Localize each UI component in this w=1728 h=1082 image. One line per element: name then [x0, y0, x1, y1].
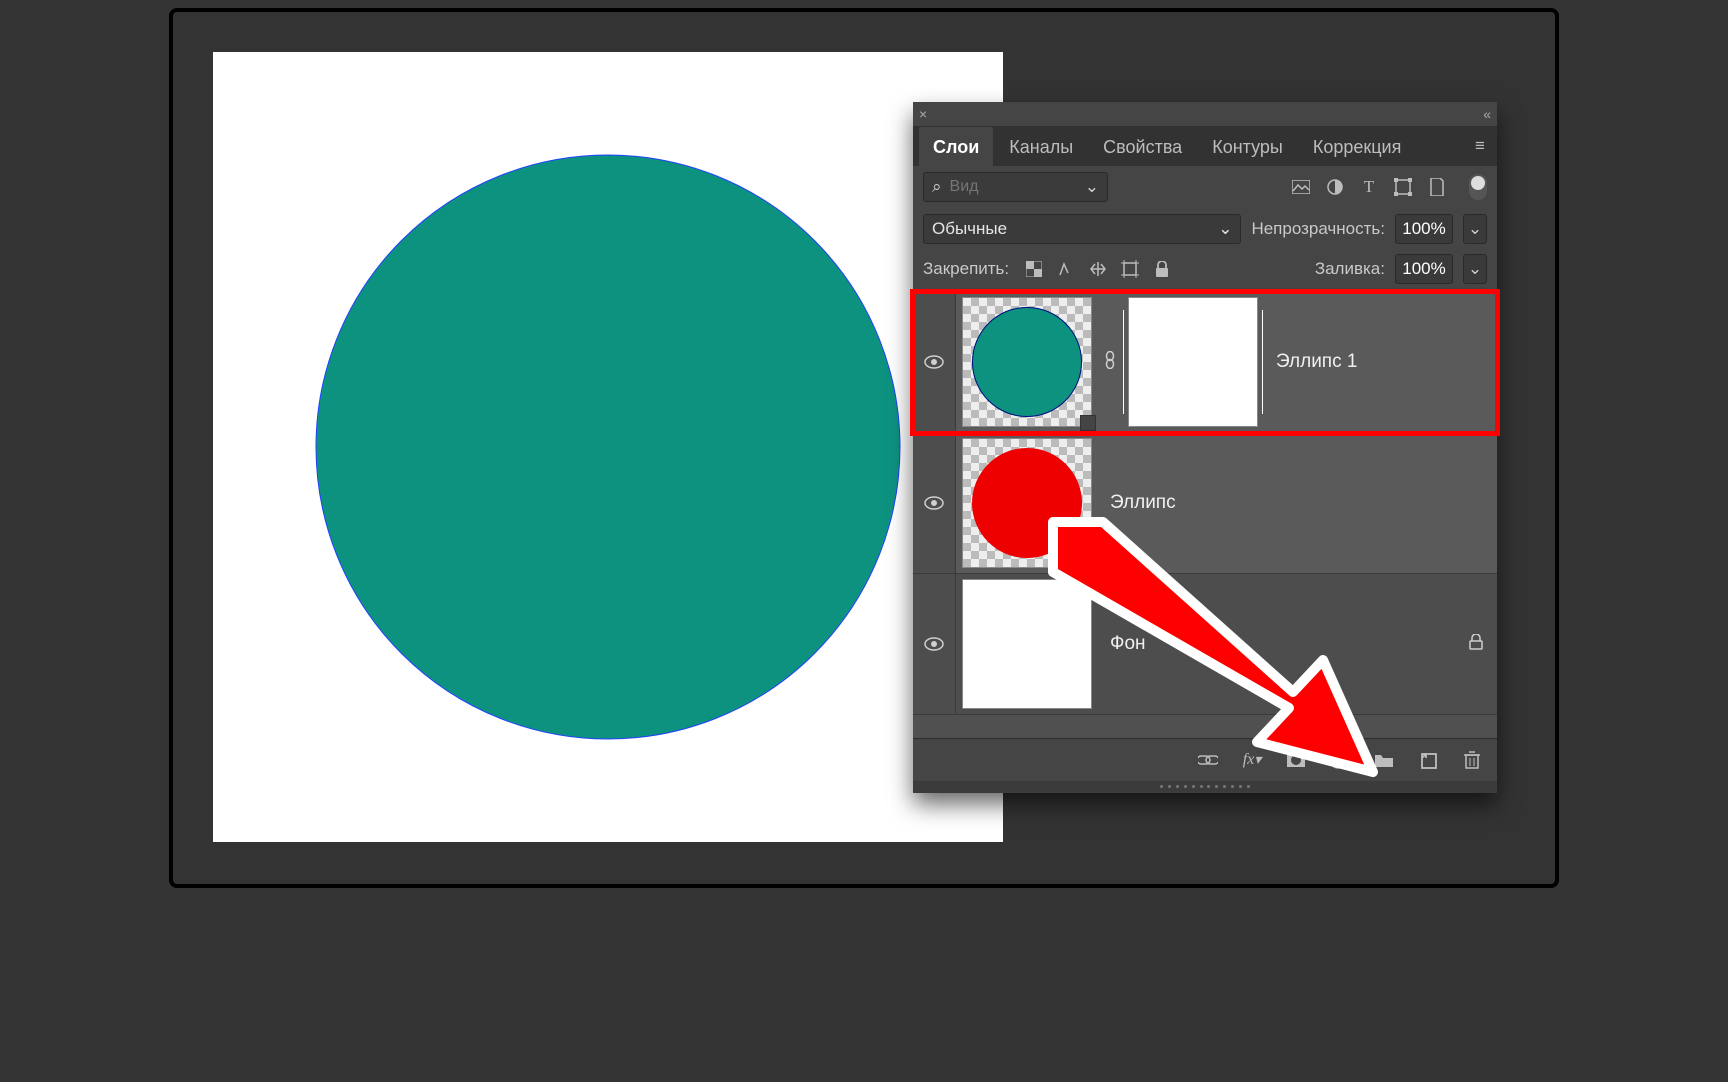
layer-filter-input[interactable]: [948, 177, 1079, 197]
delete-layer-button[interactable]: [1461, 749, 1483, 771]
layer-mask-thumbnail[interactable]: [1128, 297, 1258, 427]
link-layers-button[interactable]: [1197, 749, 1219, 771]
filter-smartobject-icon[interactable]: [1425, 175, 1449, 199]
circle-shape-icon: [972, 307, 1082, 417]
layer-thumbnail[interactable]: [962, 297, 1092, 427]
panel-title-bar: × «: [913, 102, 1497, 126]
panel-resize-grip[interactable]: [913, 781, 1497, 793]
lock-image-icon[interactable]: [1055, 258, 1077, 280]
add-mask-button[interactable]: [1285, 749, 1307, 771]
adjustment-layer-button[interactable]: ▾: [1329, 749, 1351, 771]
lock-fill-row: Закрепить: Заливка: 100% ⌄: [913, 250, 1497, 292]
filter-toggle[interactable]: [1469, 174, 1487, 200]
chevron-down-icon: ⌄: [1218, 219, 1232, 239]
layer-row[interactable]: Эллипс 1: [913, 292, 1497, 433]
layer-list: Эллипс 1 Эллипс Фон: [913, 292, 1497, 738]
layer-filter-row: ⌕ ⌄ T: [913, 166, 1497, 208]
fill-label: Заливка:: [1315, 259, 1385, 279]
lock-position-icon[interactable]: [1087, 258, 1109, 280]
shape-badge-icon: [1080, 415, 1096, 431]
filter-pixel-icon[interactable]: [1289, 175, 1313, 199]
lock-icon: [1469, 634, 1483, 655]
panel-close-button[interactable]: ×: [919, 106, 927, 122]
search-icon: ⌕: [932, 177, 942, 197]
mask-link-icon[interactable]: [1100, 351, 1120, 374]
blend-mode-value: Обычные: [932, 219, 1007, 239]
layer-fx-button[interactable]: fx▾: [1241, 749, 1263, 771]
tab-properties[interactable]: Свойства: [1089, 127, 1196, 166]
layer-name[interactable]: Эллипс 1: [1276, 351, 1357, 373]
lock-artboard-icon[interactable]: [1119, 258, 1141, 280]
layer-row[interactable]: Фон: [913, 574, 1497, 715]
layer-thumbnail[interactable]: [962, 579, 1092, 709]
layers-panel: × « Слои Каналы Свойства Контуры Коррекц…: [913, 102, 1497, 792]
layer-visibility-toggle[interactable]: [913, 292, 956, 432]
new-group-button[interactable]: [1373, 749, 1395, 771]
lock-transparency-icon[interactable]: [1023, 258, 1045, 280]
layer-row[interactable]: Эллипс: [913, 433, 1497, 574]
document-canvas[interactable]: [213, 52, 1003, 842]
fill-field[interactable]: 100%: [1395, 254, 1453, 284]
layer-name[interactable]: Эллипс: [1110, 492, 1176, 514]
opacity-label: Непрозрачность:: [1251, 219, 1385, 239]
filter-adjustment-icon[interactable]: [1323, 175, 1347, 199]
tab-adjustments[interactable]: Коррекция: [1299, 127, 1416, 166]
new-layer-button[interactable]: [1417, 749, 1439, 771]
tab-paths[interactable]: Контуры: [1198, 127, 1297, 166]
panel-tabs: Слои Каналы Свойства Контуры Коррекция ≡: [913, 126, 1497, 166]
lock-label: Закрепить:: [923, 259, 1009, 279]
lock-all-icon[interactable]: [1151, 258, 1173, 280]
filter-text-icon[interactable]: T: [1357, 175, 1381, 199]
layer-thumbnail[interactable]: [962, 438, 1092, 568]
circle-shape-icon: [972, 448, 1082, 558]
opacity-field[interactable]: 100%: [1395, 214, 1453, 244]
panel-menu-button[interactable]: ≡: [1469, 136, 1491, 156]
panel-collapse-button[interactable]: «: [1483, 106, 1491, 122]
layer-filter-kind[interactable]: ⌕ ⌄: [923, 172, 1108, 202]
blend-opacity-row: Обычные ⌄ Непрозрачность: 100% ⌄: [913, 208, 1497, 250]
panel-footer: fx▾ ▾: [913, 738, 1497, 781]
fill-stepper[interactable]: ⌄: [1463, 254, 1487, 284]
layer-name[interactable]: Фон: [1110, 633, 1146, 655]
filter-shape-icon[interactable]: [1391, 175, 1415, 199]
tab-channels[interactable]: Каналы: [995, 127, 1087, 166]
layer-visibility-toggle[interactable]: [913, 574, 956, 714]
screenshot-frame: × « Слои Каналы Свойства Контуры Коррекц…: [169, 8, 1559, 888]
chevron-down-icon: ⌄: [1085, 177, 1099, 197]
blend-mode-select[interactable]: Обычные ⌄: [923, 214, 1241, 244]
opacity-stepper[interactable]: ⌄: [1463, 214, 1487, 244]
tab-layers[interactable]: Слои: [919, 127, 993, 166]
layer-visibility-toggle[interactable]: [913, 433, 956, 573]
